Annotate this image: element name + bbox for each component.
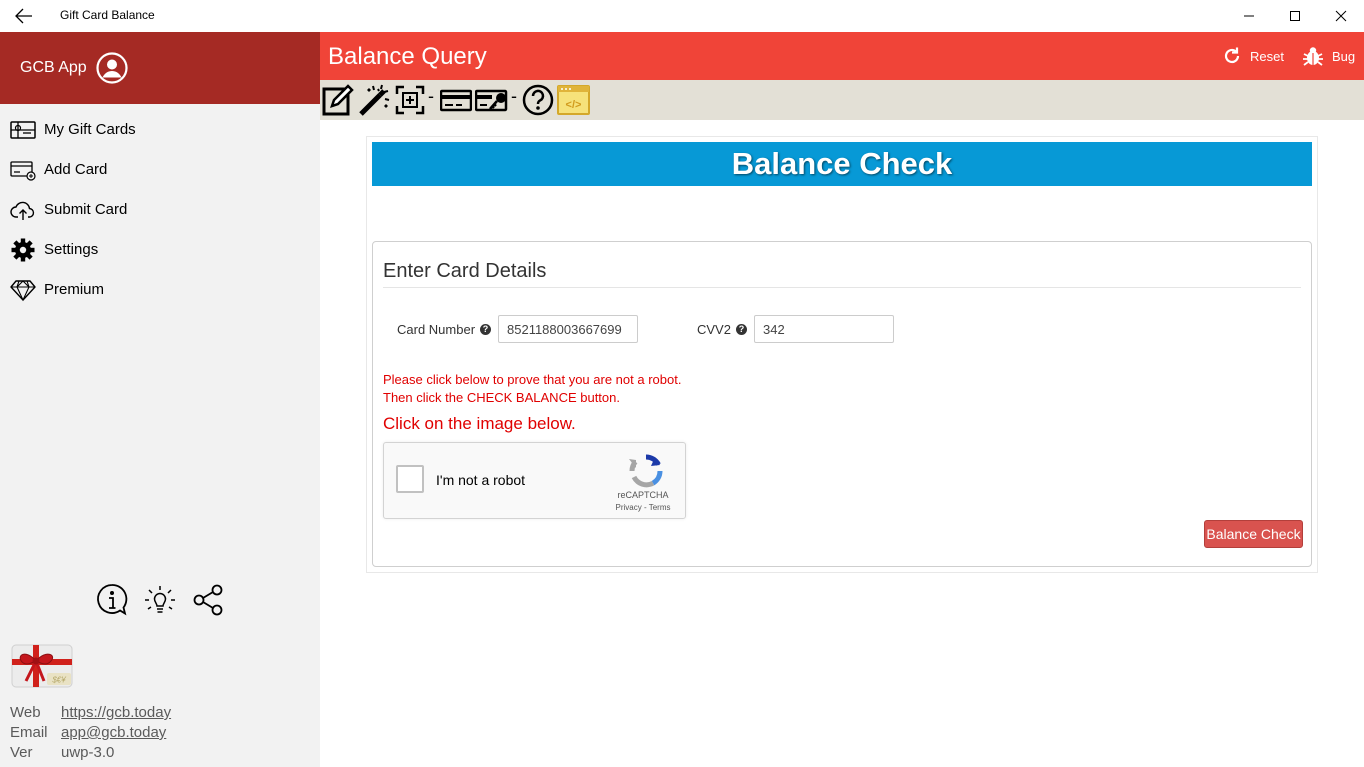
panel-title: Enter Card Details bbox=[383, 260, 547, 282]
minimize-button[interactable] bbox=[1226, 0, 1272, 32]
cloud-upload-icon bbox=[10, 198, 36, 222]
web-content-frame: Balance Check Enter Card Details Card Nu… bbox=[366, 136, 1318, 573]
email-info: Email app@gcb.today bbox=[10, 724, 166, 741]
nav-label: Add Card bbox=[44, 161, 108, 178]
help-icon[interactable] bbox=[521, 84, 555, 116]
cvv-label: CVV2? bbox=[697, 322, 747, 337]
robot-instruction: Please click below to prove that you are… bbox=[383, 372, 682, 387]
cvv-input[interactable] bbox=[754, 315, 894, 343]
card-details-panel: Enter Card Details Card Number? CVV2? Pl… bbox=[372, 241, 1312, 567]
balance-check-button[interactable]: Balance Check bbox=[1204, 520, 1303, 548]
nav-settings[interactable]: Settings bbox=[0, 230, 320, 270]
help-circle-icon[interactable]: ? bbox=[735, 324, 747, 335]
card-number-label-text: Card Number bbox=[397, 322, 476, 337]
nav-premium[interactable]: Premium bbox=[0, 270, 320, 310]
version-info: Ver uwp-3.0 bbox=[10, 744, 114, 761]
recaptcha-brand: reCAPTCHA bbox=[617, 490, 669, 500]
recaptcha-widget: I'm not a robot reCAPTCHA Privacy - Term… bbox=[383, 442, 686, 519]
back-arrow-icon[interactable] bbox=[14, 7, 34, 25]
nav-label: Premium bbox=[44, 281, 105, 298]
recaptcha-checkbox[interactable] bbox=[396, 465, 424, 493]
recaptcha-logo-icon bbox=[626, 451, 666, 491]
nav-label: Submit Card bbox=[44, 201, 128, 218]
gear-icon bbox=[10, 238, 36, 262]
toolbar-separator: - bbox=[428, 86, 434, 106]
balance-check-banner: Balance Check bbox=[372, 142, 1312, 186]
nav-submit-card[interactable]: Submit Card bbox=[0, 190, 320, 230]
nav-label: My Gift Cards bbox=[44, 121, 136, 138]
sidebar-header: GCB App bbox=[0, 32, 320, 104]
share-icon[interactable] bbox=[190, 582, 226, 618]
card-icon[interactable] bbox=[439, 84, 473, 116]
gift-card-logo-image: $€¥ bbox=[11, 643, 73, 689]
recaptcha-label: I'm not a robot bbox=[436, 472, 526, 488]
magic-wand-icon[interactable] bbox=[358, 84, 392, 116]
card-number-label: Card Number? bbox=[397, 322, 492, 337]
version-value: uwp-3.0 bbox=[61, 744, 115, 761]
close-button[interactable] bbox=[1318, 0, 1364, 32]
reset-button[interactable]: Reset bbox=[1222, 44, 1284, 68]
select-region-icon[interactable] bbox=[394, 84, 426, 116]
banner-title: Balance Check bbox=[731, 146, 953, 181]
lightbulb-icon[interactable] bbox=[142, 582, 178, 618]
cvv-label-text: CVV2 bbox=[697, 322, 731, 337]
window-title: Gift Card Balance bbox=[60, 8, 155, 22]
title-bar: Gift Card Balance bbox=[0, 0, 1364, 32]
reset-label: Reset bbox=[1250, 48, 1284, 64]
click-image-instruction: Click on the image below. bbox=[383, 414, 576, 433]
divider bbox=[383, 287, 1301, 288]
user-avatar-icon[interactable] bbox=[96, 52, 128, 84]
email-label: Email bbox=[10, 724, 48, 741]
check-balance-instruction: Then click the CHECK BALANCE button. bbox=[383, 390, 620, 405]
card-key-icon[interactable] bbox=[474, 84, 509, 116]
email-link[interactable]: app@gcb.today bbox=[61, 724, 166, 741]
svg-text:$€¥: $€¥ bbox=[51, 676, 67, 685]
recaptcha-terms-link[interactable]: Privacy - Terms bbox=[608, 503, 678, 512]
main-header: Balance Query Reset Bug bbox=[320, 32, 1364, 80]
info-icon[interactable] bbox=[94, 582, 130, 618]
add-card-icon bbox=[10, 158, 36, 182]
web-label: Web bbox=[10, 704, 41, 721]
code-icon[interactable]: </> bbox=[557, 84, 591, 116]
nav-my-gift-cards[interactable]: My Gift Cards bbox=[0, 110, 320, 150]
svg-text:</>: </> bbox=[566, 99, 582, 111]
bug-button[interactable]: Bug bbox=[1302, 44, 1355, 68]
version-label: Ver bbox=[10, 744, 33, 761]
sidebar: GCB App My Gift Cards Add Card Submit Ca… bbox=[0, 32, 320, 767]
card-number-input[interactable] bbox=[498, 315, 638, 343]
bug-icon bbox=[1303, 47, 1323, 66]
app-name: GCB App bbox=[20, 59, 87, 76]
page-title: Balance Query bbox=[328, 43, 487, 70]
nav-add-card[interactable]: Add Card bbox=[0, 150, 320, 190]
edit-icon[interactable] bbox=[322, 84, 354, 116]
maximize-button[interactable] bbox=[1272, 0, 1318, 32]
toolbar-separator: - bbox=[511, 86, 517, 106]
web-info: Web https://gcb.today bbox=[10, 704, 171, 721]
toolbar: - - </> bbox=[320, 80, 1364, 120]
bug-label: Bug bbox=[1332, 48, 1356, 64]
diamond-icon bbox=[10, 278, 36, 302]
gift-card-icon bbox=[10, 118, 36, 142]
refresh-icon bbox=[1224, 47, 1240, 64]
nav-label: Settings bbox=[44, 241, 99, 258]
web-link[interactable]: https://gcb.today bbox=[61, 704, 171, 721]
help-circle-icon[interactable]: ? bbox=[480, 324, 492, 335]
